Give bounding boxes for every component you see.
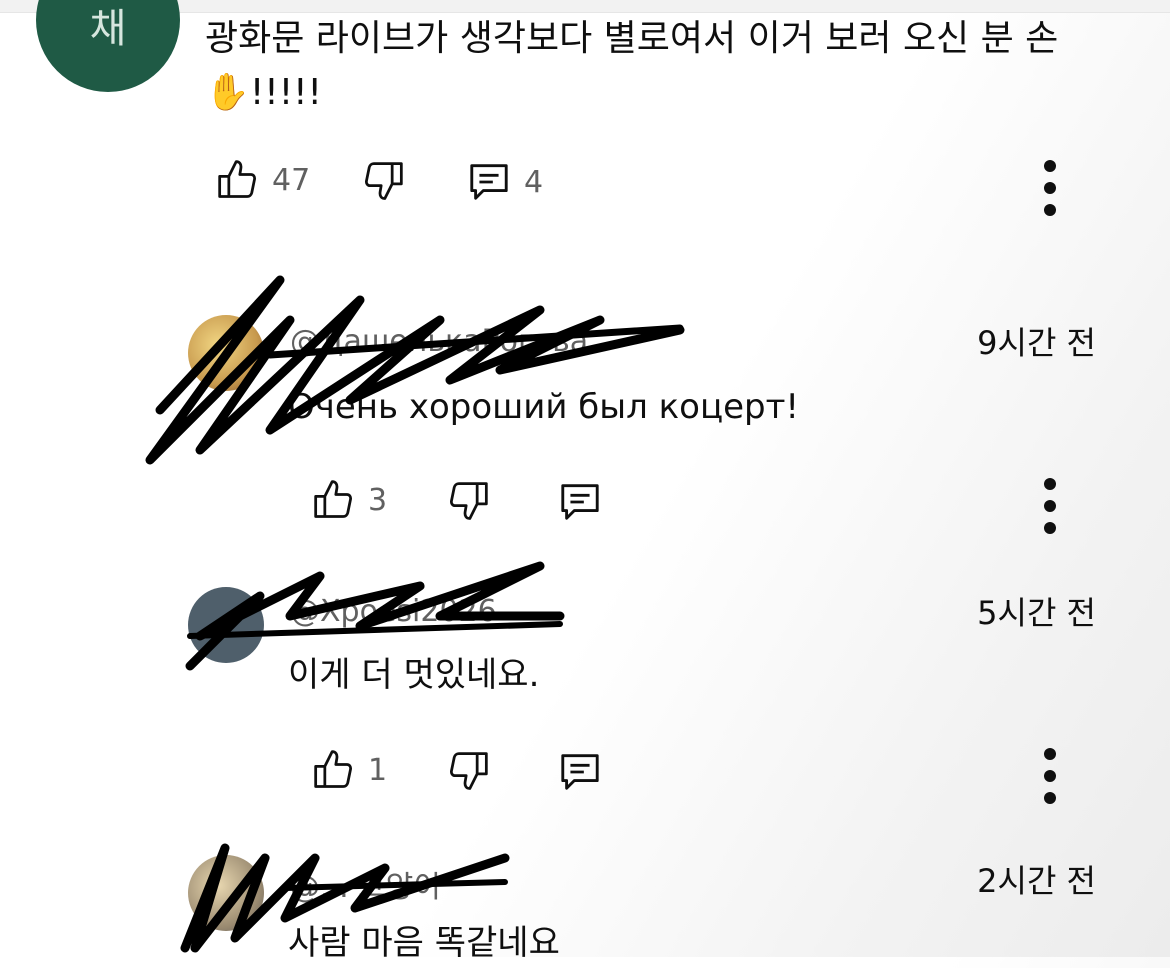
reply-button[interactable]	[557, 750, 603, 794]
like-count: 47	[272, 162, 311, 198]
comment-text: Очень хороший был коцерт!	[288, 387, 800, 427]
thumbs-down-icon	[365, 162, 403, 200]
dislike-button[interactable]	[446, 478, 490, 526]
comment-actions: 47 4	[216, 156, 1116, 216]
reply-button[interactable]: 4	[466, 160, 543, 204]
thumbs-up-icon	[314, 480, 352, 518]
thumbs-up-icon	[218, 160, 256, 198]
avatar[interactable]	[188, 587, 264, 663]
avatar-letter: 채	[89, 6, 127, 52]
comment-time: 2시간 전	[977, 862, 1096, 900]
thumbs-down-icon	[450, 752, 488, 790]
avatar[interactable]	[188, 855, 264, 931]
dislike-button[interactable]	[446, 748, 490, 796]
more-vert-icon	[1040, 478, 1060, 534]
comment-text: 사람 마음 똑같네요	[288, 923, 560, 963]
more-button[interactable]	[1040, 160, 1060, 226]
comment-actions: 1	[312, 746, 1112, 806]
comment-actions: 3	[312, 476, 1112, 536]
more-vert-icon	[1040, 748, 1060, 804]
like-count: 1	[368, 752, 388, 788]
comment-time: 9시간 전	[977, 324, 1096, 362]
comment-time: 5시간 전	[977, 594, 1096, 632]
comment-text: 광화문 라이브가 생각보다 별로여서 이거 보러 오신 분 손 ✋!!!!!	[205, 18, 1059, 113]
comment-icon	[470, 164, 508, 200]
like-button[interactable]: 3	[312, 476, 387, 524]
dislike-button[interactable]	[361, 158, 405, 206]
like-button[interactable]: 1	[312, 746, 387, 794]
like-count: 3	[368, 482, 388, 518]
comment-author[interactable]: @ДашенькаРоговa	[290, 324, 588, 359]
like-button[interactable]: 47	[216, 156, 310, 204]
comment-icon	[561, 754, 599, 790]
reply-button[interactable]	[557, 480, 603, 524]
thumbs-up-icon	[314, 750, 352, 788]
comment-author[interactable]: @... 고양이	[290, 862, 441, 906]
reply-count: 4	[524, 164, 544, 200]
avatar[interactable]: 채	[36, 0, 180, 92]
more-button[interactable]	[1040, 748, 1060, 814]
comment-text: 이게 더 멋있네요.	[288, 655, 540, 695]
more-button[interactable]	[1040, 478, 1060, 544]
avatar[interactable]	[188, 315, 264, 391]
comment-author[interactable]: @Xpoesi2026	[290, 594, 497, 629]
thumbs-down-icon	[450, 482, 488, 520]
comment-icon	[561, 484, 599, 520]
more-vert-icon	[1040, 160, 1060, 216]
